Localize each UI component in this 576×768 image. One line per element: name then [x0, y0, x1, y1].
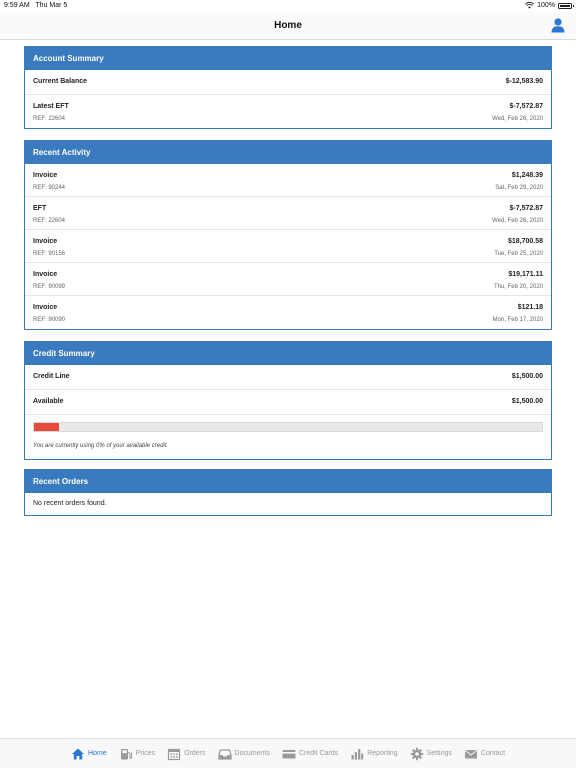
home-icon — [71, 748, 84, 759]
credit-summary-header: Credit Summary — [25, 342, 551, 365]
recent-activity-card: Recent Activity Invoice $1,248.39 REF: 9… — [24, 140, 552, 330]
account-summary-card: Account Summary Current Balance $-12,583… — [24, 46, 552, 129]
envelope-icon — [464, 749, 477, 758]
available-label: Available — [33, 398, 64, 405]
activity-amount: $1,248.39 — [511, 172, 543, 179]
tab-orders[interactable]: Orders — [161, 739, 211, 768]
recent-activity-header: Recent Activity — [25, 141, 551, 164]
gear-icon — [410, 747, 423, 760]
activity-amount: $-7,572.87 — [509, 205, 543, 212]
activity-amount: $19,171.11 — [508, 271, 543, 278]
credit-usage-bar — [33, 422, 543, 432]
credit-summary-card: Credit Summary Credit Line $1,500.00 Ava… — [24, 341, 552, 460]
tab-home[interactable]: Home — [65, 739, 113, 768]
calendar-icon — [168, 748, 181, 760]
activity-row[interactable]: EFT $-7,572.87 REF: 22604 Wed, Feb 26, 2… — [25, 197, 551, 230]
status-bar: 9:59 AM Thu Mar 5 100% — [0, 0, 576, 12]
navigation-bar: Home — [0, 12, 576, 40]
activity-ref: REF: 90156 — [33, 251, 66, 257]
activity-date: Thu, Feb 20, 2020 — [493, 284, 543, 290]
latest-eft-ref: REF: 22604 — [33, 116, 66, 122]
activity-amount: $121.18 — [517, 304, 543, 311]
tab-documents[interactable]: Documents — [212, 739, 276, 768]
latest-eft-row[interactable]: Latest EFT $-7,572.87 REF: 22604 Wed, Fe… — [25, 95, 551, 128]
activity-date: Wed, Feb 26, 2020 — [492, 218, 543, 224]
tab-label: Prices — [135, 750, 156, 757]
available-value: $1,500.00 — [511, 398, 543, 405]
activity-row[interactable]: Invoice $121.18 REF: 90090 Mon, Feb 17, … — [25, 296, 551, 329]
tab-label: Contact — [480, 750, 506, 757]
available-row: Available $1,500.00 — [25, 390, 551, 415]
fuel-pump-icon — [120, 748, 132, 759]
credit-card-icon — [282, 749, 296, 758]
bar-chart-icon — [351, 748, 364, 759]
recent-orders-empty-text: No recent orders found. — [33, 500, 107, 507]
activity-ref: REF: 90244 — [33, 185, 66, 191]
inbox-icon — [217, 748, 232, 760]
recent-orders-header: Recent Orders — [25, 470, 551, 493]
recent-orders-card: Recent Orders No recent orders found. — [24, 469, 552, 516]
tab-bar: Home Prices Orders Documents Credit Card… — [0, 738, 576, 768]
activity-type: EFT — [33, 205, 47, 212]
account-summary-header: Account Summary — [25, 47, 551, 70]
activity-type: Invoice — [33, 271, 58, 278]
activity-date: Mon, Feb 17, 2020 — [492, 317, 543, 323]
current-balance-value: $-12,583.90 — [505, 78, 543, 85]
activity-ref: REF: 22604 — [33, 218, 66, 224]
latest-eft-date: Wed, Feb 26, 2020 — [492, 116, 543, 122]
tab-label: Reporting — [367, 750, 398, 757]
activity-ref: REF: 90090 — [33, 317, 66, 323]
status-time-date: 9:59 AM Thu Mar 5 — [4, 2, 67, 9]
tab-credit-cards[interactable]: Credit Cards — [276, 739, 344, 768]
credit-line-row: Credit Line $1,500.00 — [25, 365, 551, 390]
tab-label: Credit Cards — [298, 750, 339, 757]
credit-usage-note: You are currently using 0% of your avail… — [33, 443, 169, 449]
page-title: Home — [274, 20, 302, 31]
current-balance-row: Current Balance $-12,583.90 — [25, 70, 551, 95]
wifi-icon — [525, 2, 535, 9]
latest-eft-amount: $-7,572.87 — [509, 103, 543, 110]
battery-icon — [558, 2, 574, 9]
activity-date: Tue, Feb 25, 2020 — [494, 251, 543, 257]
activity-row[interactable]: Invoice $18,700.58 REF: 90156 Tue, Feb 2… — [25, 230, 551, 263]
credit-usage-fill — [34, 423, 60, 431]
credit-usage-section: You are currently using 0% of your avail… — [25, 415, 551, 459]
profile-icon[interactable] — [550, 17, 566, 33]
status-indicators: 100% — [525, 2, 574, 9]
tab-contact[interactable]: Contact — [458, 739, 511, 768]
tab-prices[interactable]: Prices — [113, 739, 161, 768]
tab-label: Home — [87, 750, 107, 757]
credit-line-value: $1,500.00 — [511, 373, 543, 380]
status-time: 9:59 AM — [4, 2, 30, 9]
tab-label: Settings — [426, 750, 452, 757]
tab-label: Orders — [184, 750, 206, 757]
activity-ref: REF: 90099 — [33, 284, 66, 290]
activity-row[interactable]: Invoice $1,248.39 REF: 90244 Sat, Feb 29… — [25, 164, 551, 197]
latest-eft-label: Latest EFT — [33, 103, 69, 110]
activity-amount: $18,700.58 — [507, 238, 543, 245]
tab-reporting[interactable]: Reporting — [344, 739, 403, 768]
activity-type: Invoice — [33, 304, 58, 311]
activity-date: Sat, Feb 29, 2020 — [495, 185, 543, 191]
tab-settings[interactable]: Settings — [404, 739, 458, 768]
activity-type: Invoice — [33, 238, 58, 245]
activity-type: Invoice — [33, 172, 58, 179]
recent-orders-empty: No recent orders found. — [25, 493, 551, 515]
status-date: Thu Mar 5 — [35, 2, 68, 9]
battery-percent: 100% — [537, 2, 555, 9]
credit-line-label: Credit Line — [33, 373, 70, 380]
activity-row[interactable]: Invoice $19,171.11 REF: 90099 Thu, Feb 2… — [25, 263, 551, 296]
tab-label: Documents — [234, 750, 270, 757]
current-balance-label: Current Balance — [33, 78, 88, 85]
